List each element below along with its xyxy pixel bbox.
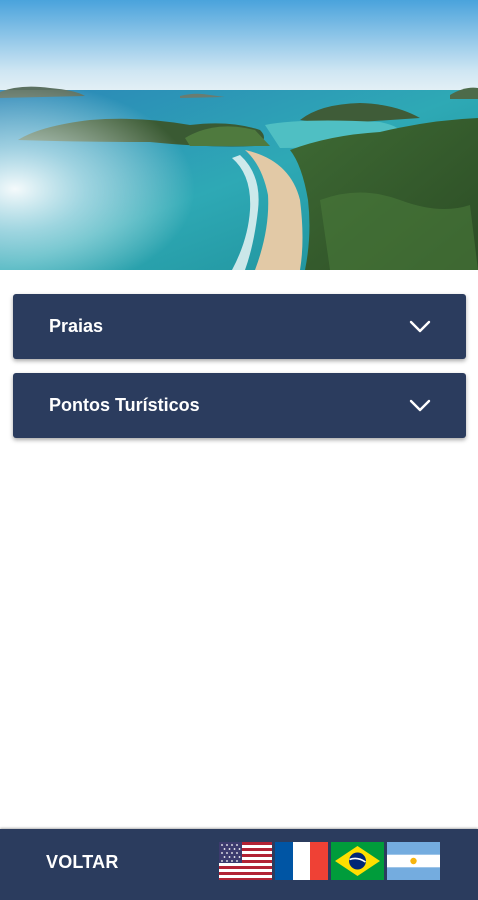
section-pontos-turisticos[interactable]: Pontos Turísticos [13,373,466,438]
section-label: Praias [49,316,104,336]
france-flag-icon[interactable] [275,842,328,880]
brazil-flag-icon[interactable] [331,842,384,880]
argentina-flag-icon[interactable] [387,842,440,880]
section-praias[interactable]: Praias [13,294,466,359]
back-button[interactable]: VOLTAR [46,852,119,873]
hero-image [0,0,478,270]
chevron-down-icon [408,315,432,339]
section-label: Pontos Turísticos [49,395,200,415]
usa-flag-icon[interactable] [219,842,272,880]
bottom-bar: VOLTAR [0,829,478,900]
chevron-down-icon [408,394,432,418]
